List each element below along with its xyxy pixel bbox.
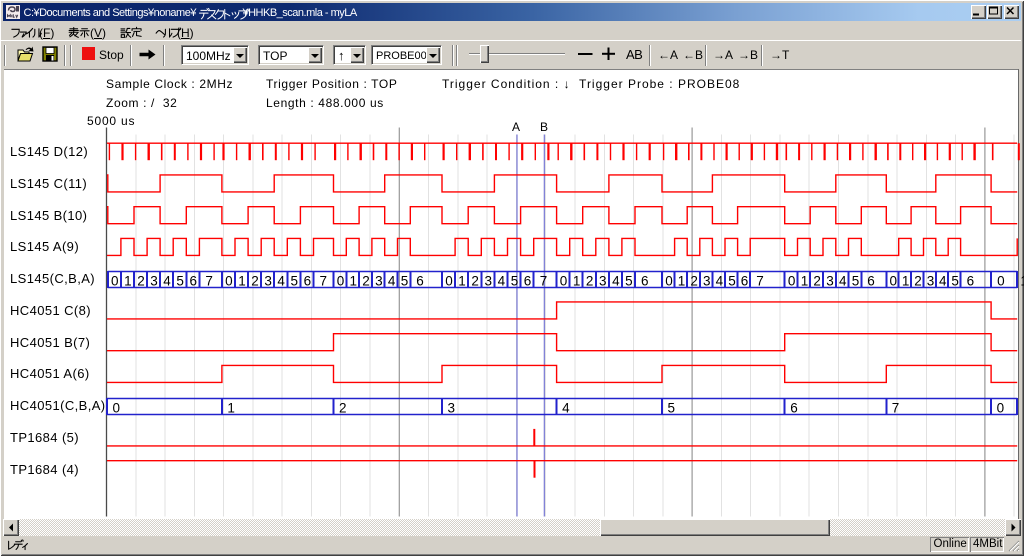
svg-text:0: 0 bbox=[111, 274, 119, 289]
svg-text:1: 1 bbox=[458, 274, 466, 289]
svg-text:7: 7 bbox=[892, 401, 900, 416]
svg-text:4: 4 bbox=[562, 401, 570, 416]
svg-text:1: 1 bbox=[350, 274, 358, 289]
svg-text:1: 1 bbox=[678, 274, 686, 289]
svg-text:2: 2 bbox=[813, 274, 821, 289]
svg-text:7: 7 bbox=[205, 274, 213, 289]
svg-text:3: 3 bbox=[599, 274, 607, 289]
svg-text:5: 5 bbox=[291, 274, 299, 289]
svg-text:0: 0 bbox=[997, 401, 1005, 416]
svg-text:3: 3 bbox=[703, 274, 711, 289]
svg-text:6: 6 bbox=[741, 274, 749, 289]
svg-text:1: 1 bbox=[124, 274, 132, 289]
svg-text:5: 5 bbox=[401, 274, 409, 289]
svg-text:2: 2 bbox=[362, 274, 370, 289]
svg-text:5: 5 bbox=[625, 274, 633, 289]
svg-text:5: 5 bbox=[728, 274, 736, 289]
svg-text:5: 5 bbox=[511, 274, 519, 289]
svg-text:4: 4 bbox=[839, 274, 847, 289]
svg-text:4: 4 bbox=[388, 274, 396, 289]
svg-text:1: 1 bbox=[801, 274, 809, 289]
svg-text:3: 3 bbox=[150, 274, 158, 289]
svg-text:0: 0 bbox=[890, 274, 898, 289]
svg-text:2: 2 bbox=[914, 274, 922, 289]
svg-text:0: 0 bbox=[113, 401, 121, 416]
svg-text:3: 3 bbox=[448, 401, 456, 416]
svg-text:5: 5 bbox=[852, 274, 860, 289]
svg-text:0: 0 bbox=[225, 274, 233, 289]
svg-text:4: 4 bbox=[612, 274, 620, 289]
svg-text:3: 3 bbox=[375, 274, 383, 289]
svg-text:6: 6 bbox=[867, 274, 875, 289]
svg-text:7: 7 bbox=[756, 274, 764, 289]
svg-text:0: 0 bbox=[788, 274, 796, 289]
svg-text:2: 2 bbox=[339, 401, 347, 416]
svg-text:5: 5 bbox=[951, 274, 959, 289]
svg-text:3: 3 bbox=[927, 274, 935, 289]
svg-text:2: 2 bbox=[690, 274, 698, 289]
svg-text:1: 1 bbox=[238, 274, 246, 289]
svg-text:0: 0 bbox=[560, 274, 568, 289]
svg-text:3: 3 bbox=[826, 274, 834, 289]
svg-text:4: 4 bbox=[939, 274, 947, 289]
svg-text:7: 7 bbox=[320, 274, 328, 289]
svg-text:0: 0 bbox=[665, 274, 673, 289]
svg-text:2: 2 bbox=[251, 274, 259, 289]
svg-text:2: 2 bbox=[137, 274, 145, 289]
svg-text:2: 2 bbox=[586, 274, 594, 289]
svg-text:6: 6 bbox=[790, 401, 798, 416]
svg-text:4: 4 bbox=[498, 274, 506, 289]
svg-text:6: 6 bbox=[304, 274, 312, 289]
svg-text:0: 0 bbox=[997, 274, 1005, 289]
svg-text:6: 6 bbox=[190, 274, 198, 289]
svg-text:3: 3 bbox=[485, 274, 493, 289]
svg-text:5: 5 bbox=[668, 401, 676, 416]
svg-text:1: 1 bbox=[573, 274, 581, 289]
svg-text:7: 7 bbox=[540, 274, 548, 289]
svg-text:6: 6 bbox=[416, 274, 424, 289]
svg-text:4: 4 bbox=[163, 274, 171, 289]
svg-text:4: 4 bbox=[716, 274, 724, 289]
svg-text:3: 3 bbox=[264, 274, 272, 289]
svg-text:1: 1 bbox=[1020, 274, 1024, 289]
svg-text:6: 6 bbox=[967, 274, 975, 289]
svg-text:0: 0 bbox=[337, 274, 345, 289]
svg-text:1: 1 bbox=[902, 274, 910, 289]
svg-text:4: 4 bbox=[277, 274, 285, 289]
svg-text:5: 5 bbox=[176, 274, 184, 289]
svg-text:0: 0 bbox=[445, 274, 453, 289]
svg-text:6: 6 bbox=[524, 274, 532, 289]
svg-text:2: 2 bbox=[471, 274, 479, 289]
svg-text:1: 1 bbox=[227, 401, 235, 416]
svg-text:6: 6 bbox=[641, 274, 649, 289]
